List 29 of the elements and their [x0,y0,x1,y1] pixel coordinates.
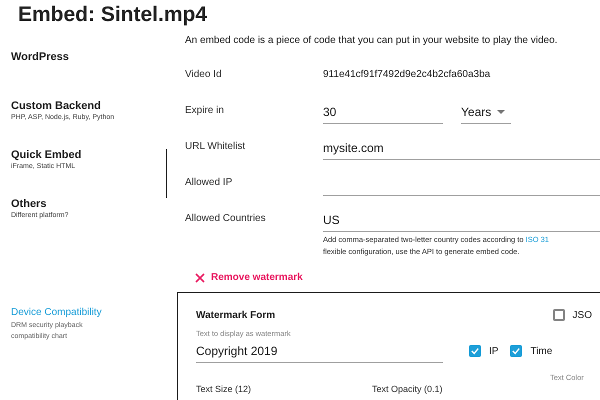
watermark-text-field[interactable]: Copyright 2019 [196,338,443,363]
field-label: Video Id [185,69,223,82]
field-label: Text Size (12) [196,384,252,394]
check-icon [471,347,479,355]
json-checkbox[interactable]: JSO [552,309,592,321]
caret-icon [497,110,506,114]
field-value: 911e41cf91f7492d9e2c4b2cfa60a3ba [323,69,490,82]
panel-title: Watermark Form [196,310,276,320]
unit-dropdown[interactable]: Years [461,101,511,124]
item-label: Others [11,198,46,210]
item-label: Custom Backend [11,100,101,112]
close-icon [195,272,205,282]
item-label: WordPress [11,51,69,63]
intro-text: An embed code is a piece of code that you can put in your website to play the video. [185,35,558,46]
field-label: Text Opacity (0.1) [372,384,444,394]
input-field[interactable]: US [323,209,600,232]
remove-watermark-button[interactable]: Remove watermark [195,272,303,283]
page-title: Embed: Sintel.mp4 [18,3,208,27]
input-field[interactable]: 30 [323,101,443,124]
field-label: URL Whitelist [185,141,246,154]
check-icon [512,347,520,355]
item-label: Quick Embed [11,149,82,161]
option-checkbox[interactable]: Time [510,345,552,357]
field-label: Allowed IP [185,177,234,190]
field-label: Expire in [185,105,225,118]
option-checkbox[interactable]: IP [469,345,498,357]
input-field[interactable]: mysite.com [323,137,600,160]
sidebar-item[interactable]: WordPress [11,51,167,100]
field-label: Allowed Countries [185,213,267,226]
